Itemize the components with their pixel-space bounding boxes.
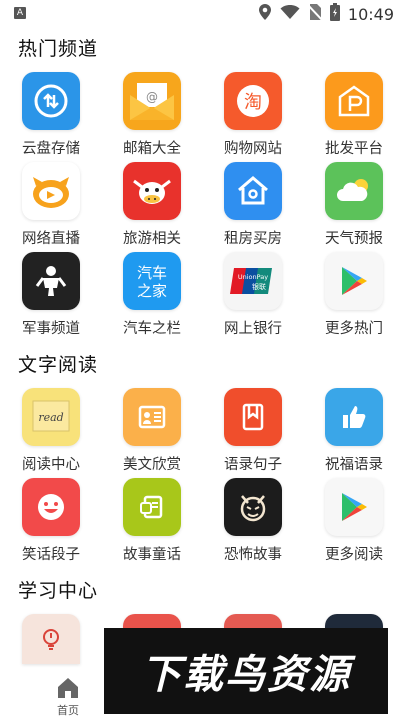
grid-item-label: 阅读中心	[22, 457, 80, 473]
notification-a-icon: A	[14, 7, 26, 19]
grid-item-label: 旅游相关	[123, 231, 181, 247]
grid-item-label: 网络直播	[22, 231, 80, 247]
watermark-text: 下载鸟资源	[141, 652, 351, 698]
grid-item-auto[interactable]: 汽车 之家 汽车之栏	[102, 252, 202, 338]
taobao-text: 淘	[244, 92, 262, 113]
car-home-text-2: 之家	[137, 282, 167, 300]
read-note-icon: read	[22, 388, 80, 446]
unionpay-text-cn: 银联	[252, 282, 266, 291]
devil-icon	[224, 478, 282, 536]
grid-item-travel[interactable]: 旅游相关	[102, 162, 202, 248]
grid-item-essay[interactable]: 美文欣赏	[102, 388, 202, 474]
home-nav-label: 首页	[57, 704, 79, 717]
cloud-sync-icon	[22, 72, 80, 130]
grid-item-blessings[interactable]: 祝福语录	[304, 388, 404, 474]
mail-icon: @	[123, 72, 181, 130]
grid-item-label: 更多阅读	[325, 547, 383, 563]
grid-item-stories[interactable]: 故事童话	[102, 478, 202, 564]
grid-item-label: 更多热门	[325, 321, 383, 337]
soldier-icon	[22, 252, 80, 310]
grid-item-housing[interactable]: 租房买房	[203, 162, 303, 248]
grid-item-label: 邮箱大全	[123, 141, 181, 157]
grid-item-mail[interactable]: @ 邮箱大全	[102, 72, 202, 158]
grid-item-label: 天气预报	[325, 231, 383, 247]
grid-item-study-1[interactable]	[1, 614, 101, 664]
home-icon	[56, 678, 80, 702]
grid-item-label: 军事频道	[22, 321, 80, 337]
grid-item-more-hot[interactable]: 更多热门	[304, 252, 404, 338]
grid-item-label: 恐怖故事	[224, 547, 282, 563]
grid-item-label: 购物网站	[224, 141, 282, 157]
grid-item-label: 网上银行	[224, 321, 282, 337]
grid-item-reading-center[interactable]: read 阅读中心	[1, 388, 101, 474]
grid-item-label: 美文欣赏	[123, 457, 181, 473]
article-icon	[123, 388, 181, 446]
no-sim-icon	[307, 3, 323, 25]
taobao-icon: 淘	[224, 72, 282, 130]
section-title-reading: 文字阅读	[18, 354, 99, 376]
grid-item-horror[interactable]: 恐怖故事	[203, 478, 303, 564]
section-title-hot: 热门频道	[18, 38, 99, 60]
unionpay-icon: UnionPay 银联	[224, 252, 282, 310]
grid-item-live[interactable]: 网络直播	[1, 162, 101, 248]
story-icon	[123, 478, 181, 536]
grid-item-label: 祝福语录	[325, 457, 383, 473]
section-title-study: 学习中心	[18, 580, 99, 602]
clock-time: 10:49	[347, 4, 394, 24]
grid-item-weather[interactable]: 天气预报	[304, 162, 404, 248]
grid-item-label: 故事童话	[123, 547, 181, 563]
car-home-icon: 汽车 之家	[123, 252, 181, 310]
grid-item-bank[interactable]: UnionPay 银联 网上银行	[203, 252, 303, 338]
grid-item-label: 笑话段子	[22, 547, 80, 563]
grid-item-more-reading[interactable]: 更多阅读	[304, 478, 404, 564]
mail-at-text: @	[146, 90, 158, 104]
live-mascot-icon	[22, 162, 80, 220]
house-icon	[224, 162, 282, 220]
bottom-nav-home[interactable]: 首页	[52, 676, 84, 718]
smile-icon	[22, 478, 80, 536]
location-icon	[258, 3, 272, 25]
grid-item-jokes[interactable]: 笑话段子	[1, 478, 101, 564]
grid-item-label: 租房买房	[224, 231, 282, 247]
grid-item-military[interactable]: 军事频道	[1, 252, 101, 338]
unionpay-text-en: UnionPay	[238, 273, 268, 281]
car-home-text-1: 汽车	[137, 264, 167, 282]
battery-icon	[329, 3, 340, 25]
grid-item-label: 云盘存储	[22, 141, 80, 157]
lightbulb-icon	[22, 614, 80, 664]
grid-item-label: 批发平台	[325, 141, 383, 157]
play-store-icon	[325, 252, 383, 310]
watermark-banner: 下载鸟资源	[104, 628, 388, 714]
status-bar: A 10:49	[0, 0, 406, 28]
play-store-icon	[325, 478, 383, 536]
store-icon	[325, 72, 383, 130]
grid-item-shopping[interactable]: 淘 购物网站	[203, 72, 303, 158]
cow-icon	[123, 162, 181, 220]
bookmark-icon	[224, 388, 282, 446]
wifi-icon	[280, 4, 300, 24]
grid-item-label: 汽车之栏	[123, 321, 181, 337]
grid-item-label: 语录句子	[224, 457, 282, 473]
read-text: read	[38, 411, 63, 424]
grid-item-quotes[interactable]: 语录句子	[203, 388, 303, 474]
weather-icon	[325, 162, 383, 220]
grid-item-wholesale[interactable]: 批发平台	[304, 72, 404, 158]
thumbs-up-icon	[325, 388, 383, 446]
grid-item-cloud-storage[interactable]: 云盘存储	[1, 72, 101, 158]
